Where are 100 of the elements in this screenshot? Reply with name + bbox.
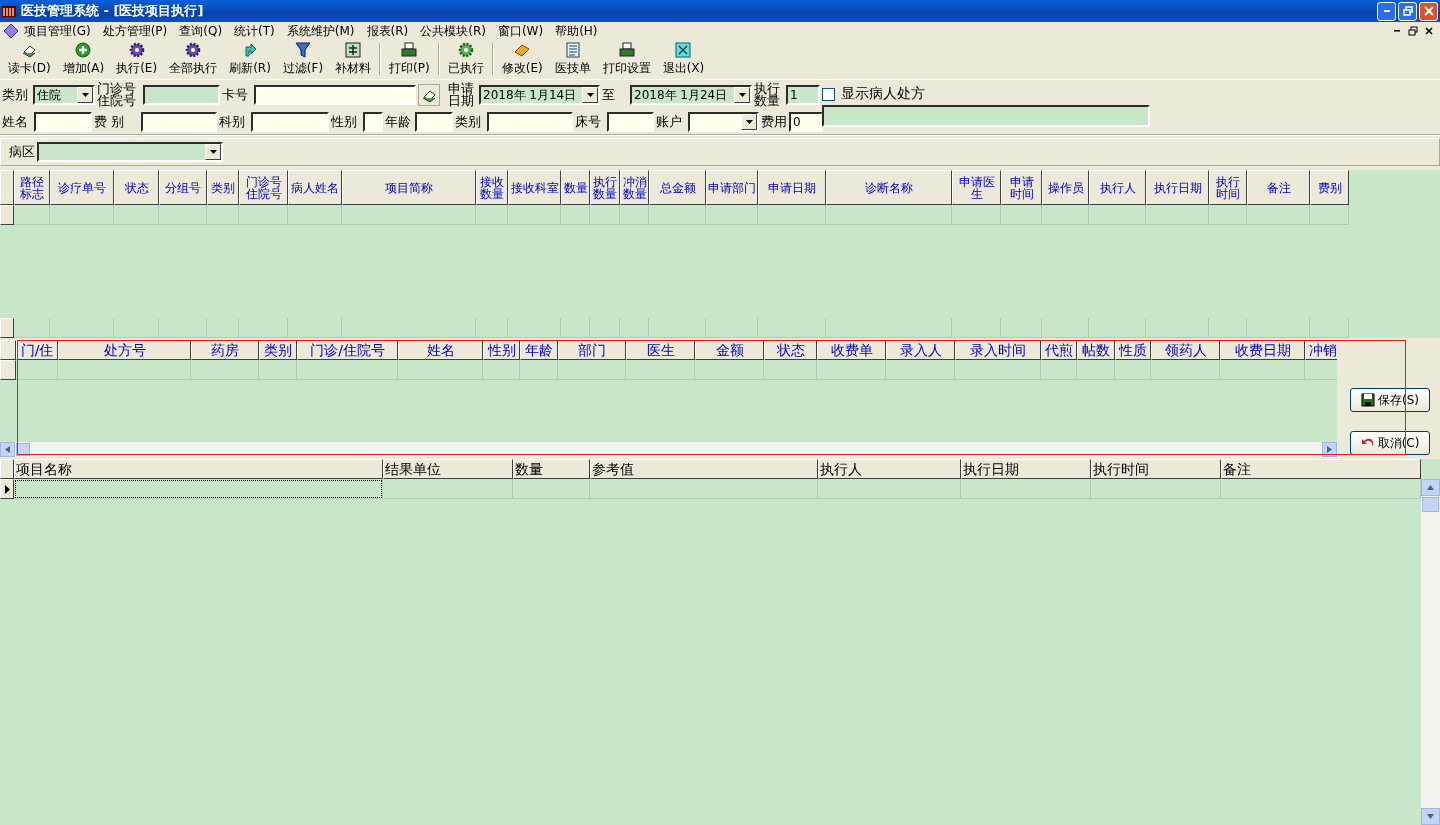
toolbar-button[interactable]: 刷新(R) xyxy=(223,42,277,77)
column-header: 接收科室 xyxy=(508,170,561,205)
row-header[interactable] xyxy=(0,479,14,499)
table-cell xyxy=(1089,205,1146,225)
column-header: 备注 xyxy=(1221,459,1421,479)
dropdown-button[interactable] xyxy=(205,144,221,160)
scroll-up-button[interactable] xyxy=(1421,479,1440,496)
column-header: 处方号 xyxy=(58,340,191,360)
table-cell xyxy=(476,205,508,225)
column-header: 数量 xyxy=(513,459,590,479)
table-cell xyxy=(483,360,520,380)
input-field[interactable] xyxy=(607,112,654,132)
column-header: 医生 xyxy=(626,340,695,360)
toolbar-button[interactable]: 读卡(D) xyxy=(2,42,57,77)
table-cell xyxy=(649,205,706,225)
close-button[interactable] xyxy=(1419,1,1438,21)
column-header: 备注 xyxy=(1247,170,1310,205)
table-cell xyxy=(626,360,695,380)
row-header[interactable] xyxy=(0,318,14,338)
caret-icon xyxy=(738,93,746,97)
toolbar-button[interactable]: 打印设置 xyxy=(596,42,657,77)
toolbar-button[interactable]: 执行(E) xyxy=(110,42,164,77)
column-header: 性别 xyxy=(483,340,520,360)
input-field[interactable] xyxy=(34,112,92,132)
column-header: 分组号 xyxy=(159,170,207,205)
vertical-scrollbar[interactable] xyxy=(1421,479,1440,825)
toolbar-button[interactable]: 修改(E) xyxy=(495,42,549,77)
input-field[interactable] xyxy=(141,112,217,132)
input-field[interactable] xyxy=(363,112,383,132)
column-header: 项目名称 xyxy=(14,459,383,479)
dropdown-button[interactable] xyxy=(741,114,757,130)
table-cell xyxy=(1041,360,1077,380)
field-label: 门诊号住院号 xyxy=(97,83,137,107)
input-field[interactable]: 0 xyxy=(789,112,823,132)
menu-item[interactable]: 窗口(W) xyxy=(491,22,550,40)
toolbar-button[interactable]: 已执行 xyxy=(441,42,490,77)
column-header: 类别 xyxy=(207,170,239,205)
date-field[interactable]: 2018年 1月14日 xyxy=(479,85,600,105)
dropdown-field[interactable]: 住院 xyxy=(33,85,95,105)
scrollbar-thumb[interactable] xyxy=(1422,497,1439,512)
caret-icon xyxy=(81,93,89,97)
minimize-button[interactable] xyxy=(1377,1,1396,21)
refresh-icon xyxy=(242,42,258,58)
dropdown-button[interactable] xyxy=(77,87,93,103)
scroll-left-button[interactable] xyxy=(0,442,15,457)
column-header: 操作员 xyxy=(1042,170,1089,205)
input-field[interactable] xyxy=(822,105,1150,127)
minimize-icon xyxy=(1394,30,1400,32)
dropdown-field[interactable] xyxy=(688,112,759,132)
table-cell xyxy=(191,360,259,380)
table-cell xyxy=(1115,360,1151,380)
toolbar-button[interactable]: 全部执行 xyxy=(163,42,224,77)
toolbar-button[interactable]: 医技单 xyxy=(548,42,597,77)
input-field[interactable] xyxy=(415,112,453,132)
input-field[interactable] xyxy=(143,85,220,105)
menu-item[interactable]: 公共模块(R) xyxy=(414,22,492,40)
toolbar-button[interactable]: 补材料 xyxy=(329,42,378,77)
table-cell xyxy=(50,205,114,225)
menu-item[interactable]: 帮助(H) xyxy=(549,22,604,40)
column-header: 门诊/住院号 xyxy=(297,340,398,360)
scroll-down-button[interactable] xyxy=(1421,808,1440,825)
table-cell xyxy=(590,205,620,225)
dropdown-field[interactable] xyxy=(37,142,223,162)
toolbar-button[interactable]: 增加(A) xyxy=(56,42,111,77)
table-cell xyxy=(558,360,626,380)
input-field[interactable] xyxy=(251,112,329,132)
menu-item[interactable]: 项目管理(G) xyxy=(18,22,97,40)
menu-item[interactable]: 处方管理(P) xyxy=(96,22,174,40)
table-cell xyxy=(520,360,558,380)
toolbar-button[interactable]: 打印(P) xyxy=(383,42,436,77)
scrollbar-thumb[interactable] xyxy=(16,443,30,456)
menu-item[interactable]: 统计(T) xyxy=(228,22,281,40)
column-header: 状态 xyxy=(764,340,817,360)
toolbar-button[interactable]: 退出(X) xyxy=(656,42,711,77)
menu-item[interactable]: 系统维护(M) xyxy=(280,22,361,40)
column-header: 冲消数量 xyxy=(620,170,649,205)
checkbox[interactable] xyxy=(822,87,835,101)
table-cell xyxy=(695,360,764,380)
field-label: 类别 xyxy=(2,89,29,101)
column-header: 参考值 xyxy=(590,459,818,479)
menu-item[interactable]: 报表(R) xyxy=(360,22,415,40)
header-corner xyxy=(0,459,14,479)
dropdown-button[interactable] xyxy=(582,87,598,103)
toolbar-button[interactable]: 过滤(F) xyxy=(276,42,330,77)
date-field[interactable]: 2018年 1月24日 xyxy=(630,85,752,105)
column-header: 费别 xyxy=(1310,170,1349,205)
field-label: 床号 xyxy=(575,116,602,128)
menu-item[interactable]: 查询(Q) xyxy=(173,22,229,40)
restore-button[interactable] xyxy=(1398,1,1417,21)
input-field[interactable]: 1 xyxy=(786,85,820,105)
field-label: 科别 xyxy=(219,116,246,128)
card-reader-button[interactable] xyxy=(418,84,440,106)
column-header: 执行数量 xyxy=(590,170,620,205)
input-field[interactable] xyxy=(254,85,416,105)
restore-button[interactable] xyxy=(1406,24,1420,38)
table-cell xyxy=(207,205,239,225)
input-field[interactable] xyxy=(487,112,573,132)
dropdown-button[interactable] xyxy=(734,87,750,103)
row-header[interactable] xyxy=(0,360,16,380)
row-header[interactable] xyxy=(0,205,14,225)
